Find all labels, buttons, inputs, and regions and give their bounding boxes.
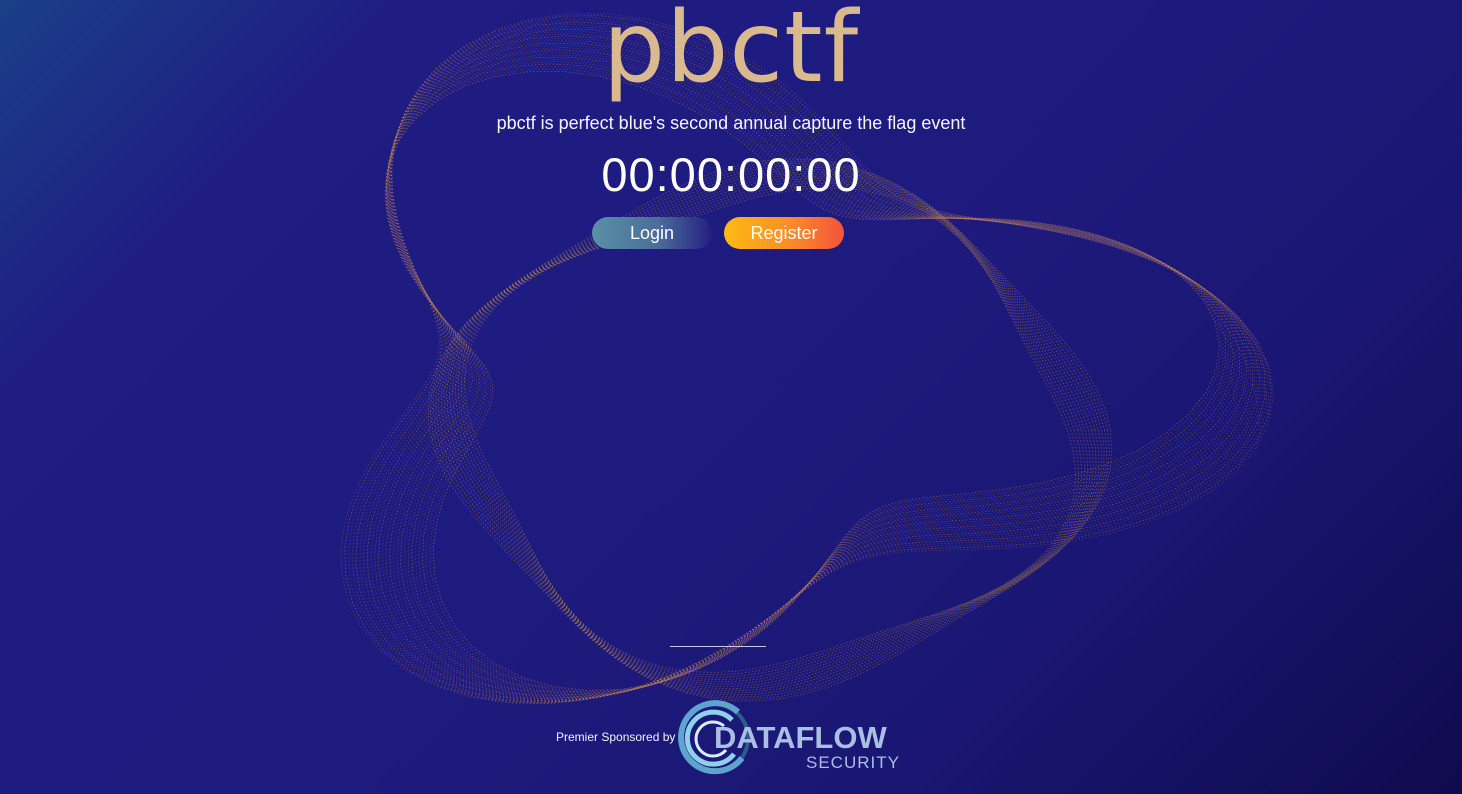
- inner-wave-ring: [446, 173, 1094, 687]
- divider-line: [670, 646, 766, 647]
- sponsor-logo-subtitle: SECURITY: [806, 753, 900, 772]
- inner-wave-ring: [458, 182, 1082, 678]
- inner-wave-ring: [448, 175, 1092, 685]
- register-button[interactable]: Register: [724, 217, 844, 249]
- countdown-timer: 00:00:00:00: [601, 148, 861, 201]
- wave-ring: [381, 37, 1252, 700]
- inner-wave-ring: [461, 184, 1079, 676]
- login-button[interactable]: Login: [592, 217, 712, 249]
- sponsor-logo-wordmark: DATAFLOW: [714, 720, 887, 755]
- wave-ring: [377, 35, 1253, 701]
- inner-wave-ring: [464, 187, 1076, 673]
- event-tagline: pbctf is perfect blue's second annual ca…: [496, 113, 966, 133]
- sponsor-label: Premier Sponsored by: [556, 730, 676, 744]
- wave-ring: [386, 46, 1243, 698]
- wave-ring: [386, 44, 1245, 698]
- inner-wave-ring: [454, 179, 1086, 681]
- page-title: pbctf: [602, 0, 860, 105]
- wave-ring: [385, 40, 1250, 699]
- wave-ring: [387, 42, 1248, 699]
- inner-wave-ring: [451, 177, 1089, 683]
